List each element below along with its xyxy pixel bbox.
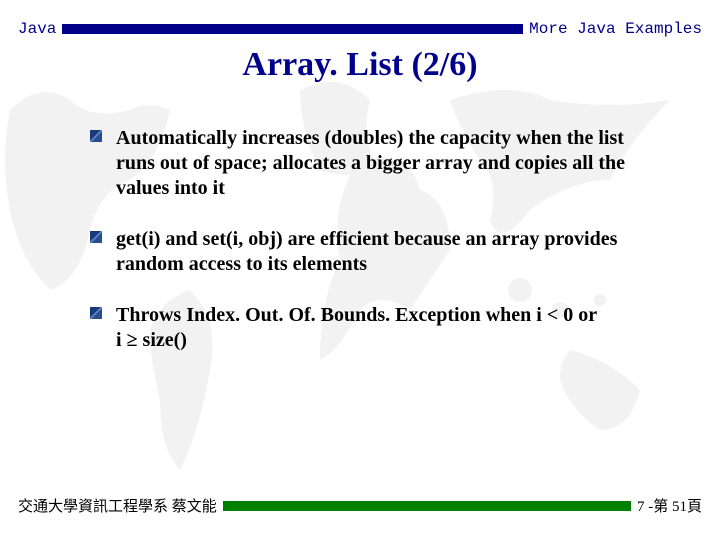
footer: 交通大學資訊工程學系 蔡文能 7 -第 51頁	[18, 495, 702, 516]
bullet-icon	[90, 130, 102, 142]
footer-left-text: 交通大學資訊工程學系 蔡文能	[18, 495, 217, 516]
bullet-text: Automatically increases (doubles) the ca…	[116, 127, 625, 199]
footer-right-text: 7 -第 51頁	[637, 495, 702, 516]
header-right-text: More Java Examples	[529, 20, 702, 38]
header-bar	[62, 24, 523, 34]
header-left-text: Java	[18, 20, 56, 38]
bullet-icon	[90, 307, 102, 319]
bullet-item: Throws Index. Out. Of. Bounds. Exception…	[90, 303, 660, 353]
bullet-text: get(i) and set(i, obj) are efficient bec…	[116, 228, 617, 275]
bullet-item: get(i) and set(i, obj) are efficient bec…	[90, 227, 660, 277]
bullet-item: Automatically increases (doubles) the ca…	[90, 126, 660, 201]
bullet-icon	[90, 231, 102, 243]
header: Java More Java Examples	[18, 20, 702, 38]
slide-title: Array. List (2/6)	[0, 46, 720, 84]
content: Automatically increases (doubles) the ca…	[90, 126, 660, 379]
footer-bar	[223, 501, 631, 511]
bullet-text: Throws Index. Out. Of. Bounds. Exception…	[116, 304, 597, 351]
slide: Java More Java Examples Array. List (2/6…	[0, 0, 720, 540]
